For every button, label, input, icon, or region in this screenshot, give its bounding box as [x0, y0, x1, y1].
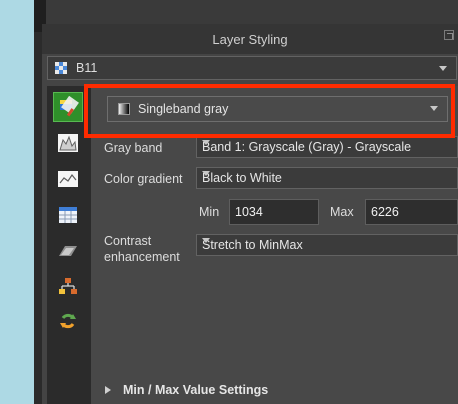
float-icon[interactable] [444, 30, 454, 40]
table-icon [59, 207, 77, 223]
contrast-select[interactable]: Stretch to MinMax [196, 234, 458, 256]
histogram-tab[interactable] [53, 128, 83, 158]
max-value: 6226 [371, 205, 399, 219]
symbology-tab[interactable] [53, 92, 83, 122]
transparency-tab[interactable] [53, 164, 83, 194]
pyramids-icon [59, 246, 77, 256]
information-tab[interactable] [53, 200, 83, 230]
style-manager-icon [59, 278, 77, 294]
pyramids-tab[interactable] [53, 236, 83, 266]
min-max-settings-label: Min / Max Value Settings [123, 383, 269, 397]
layer-styling-panel: Layer Styling B11 Singleband gray Gray b… [42, 24, 458, 404]
min-value: 1034 [235, 205, 263, 219]
contrast-label-line2: enhancement [104, 250, 180, 264]
renderer-highlight [84, 84, 455, 138]
max-input[interactable]: 6226 [365, 199, 458, 225]
contrast-value: Stretch to MinMax [202, 238, 303, 252]
history-tab[interactable] [53, 306, 83, 336]
paintbrush-icon [60, 96, 79, 117]
chevron-down-icon [202, 140, 210, 145]
min-max-settings-expander[interactable]: Min / Max Value Settings [105, 382, 365, 400]
transparency-icon [58, 171, 78, 187]
raster-layer-icon [55, 62, 67, 74]
chevron-down-icon [202, 171, 210, 176]
expand-triangle-icon [105, 386, 111, 394]
chevron-down-icon [439, 66, 447, 71]
gray-band-select[interactable]: Band 1: Grayscale (Gray) - Grayscale [196, 136, 458, 158]
histogram-icon [58, 134, 78, 152]
panel-title: Layer Styling [212, 32, 288, 47]
style-manager-tab[interactable] [53, 272, 83, 302]
max-label: Max [330, 205, 354, 219]
contrast-label-line1: Contrast [104, 234, 152, 248]
color-gradient-label: Color gradient [104, 172, 183, 186]
panel-title-bar: Layer Styling [42, 24, 458, 54]
gray-band-value: Band 1: Grayscale (Gray) - Grayscale [202, 140, 412, 154]
min-input[interactable]: 1034 [229, 199, 319, 225]
history-icon [60, 313, 76, 329]
color-gradient-value: Black to White [202, 171, 282, 185]
min-label: Min [199, 205, 220, 219]
gray-band-label: Gray band [104, 141, 163, 155]
layer-selector[interactable]: B11 [47, 56, 457, 80]
color-gradient-select[interactable]: Black to White [196, 167, 458, 189]
layer-name: B11 [76, 61, 98, 75]
chevron-down-icon [202, 238, 210, 243]
map-canvas-edge [0, 0, 34, 404]
